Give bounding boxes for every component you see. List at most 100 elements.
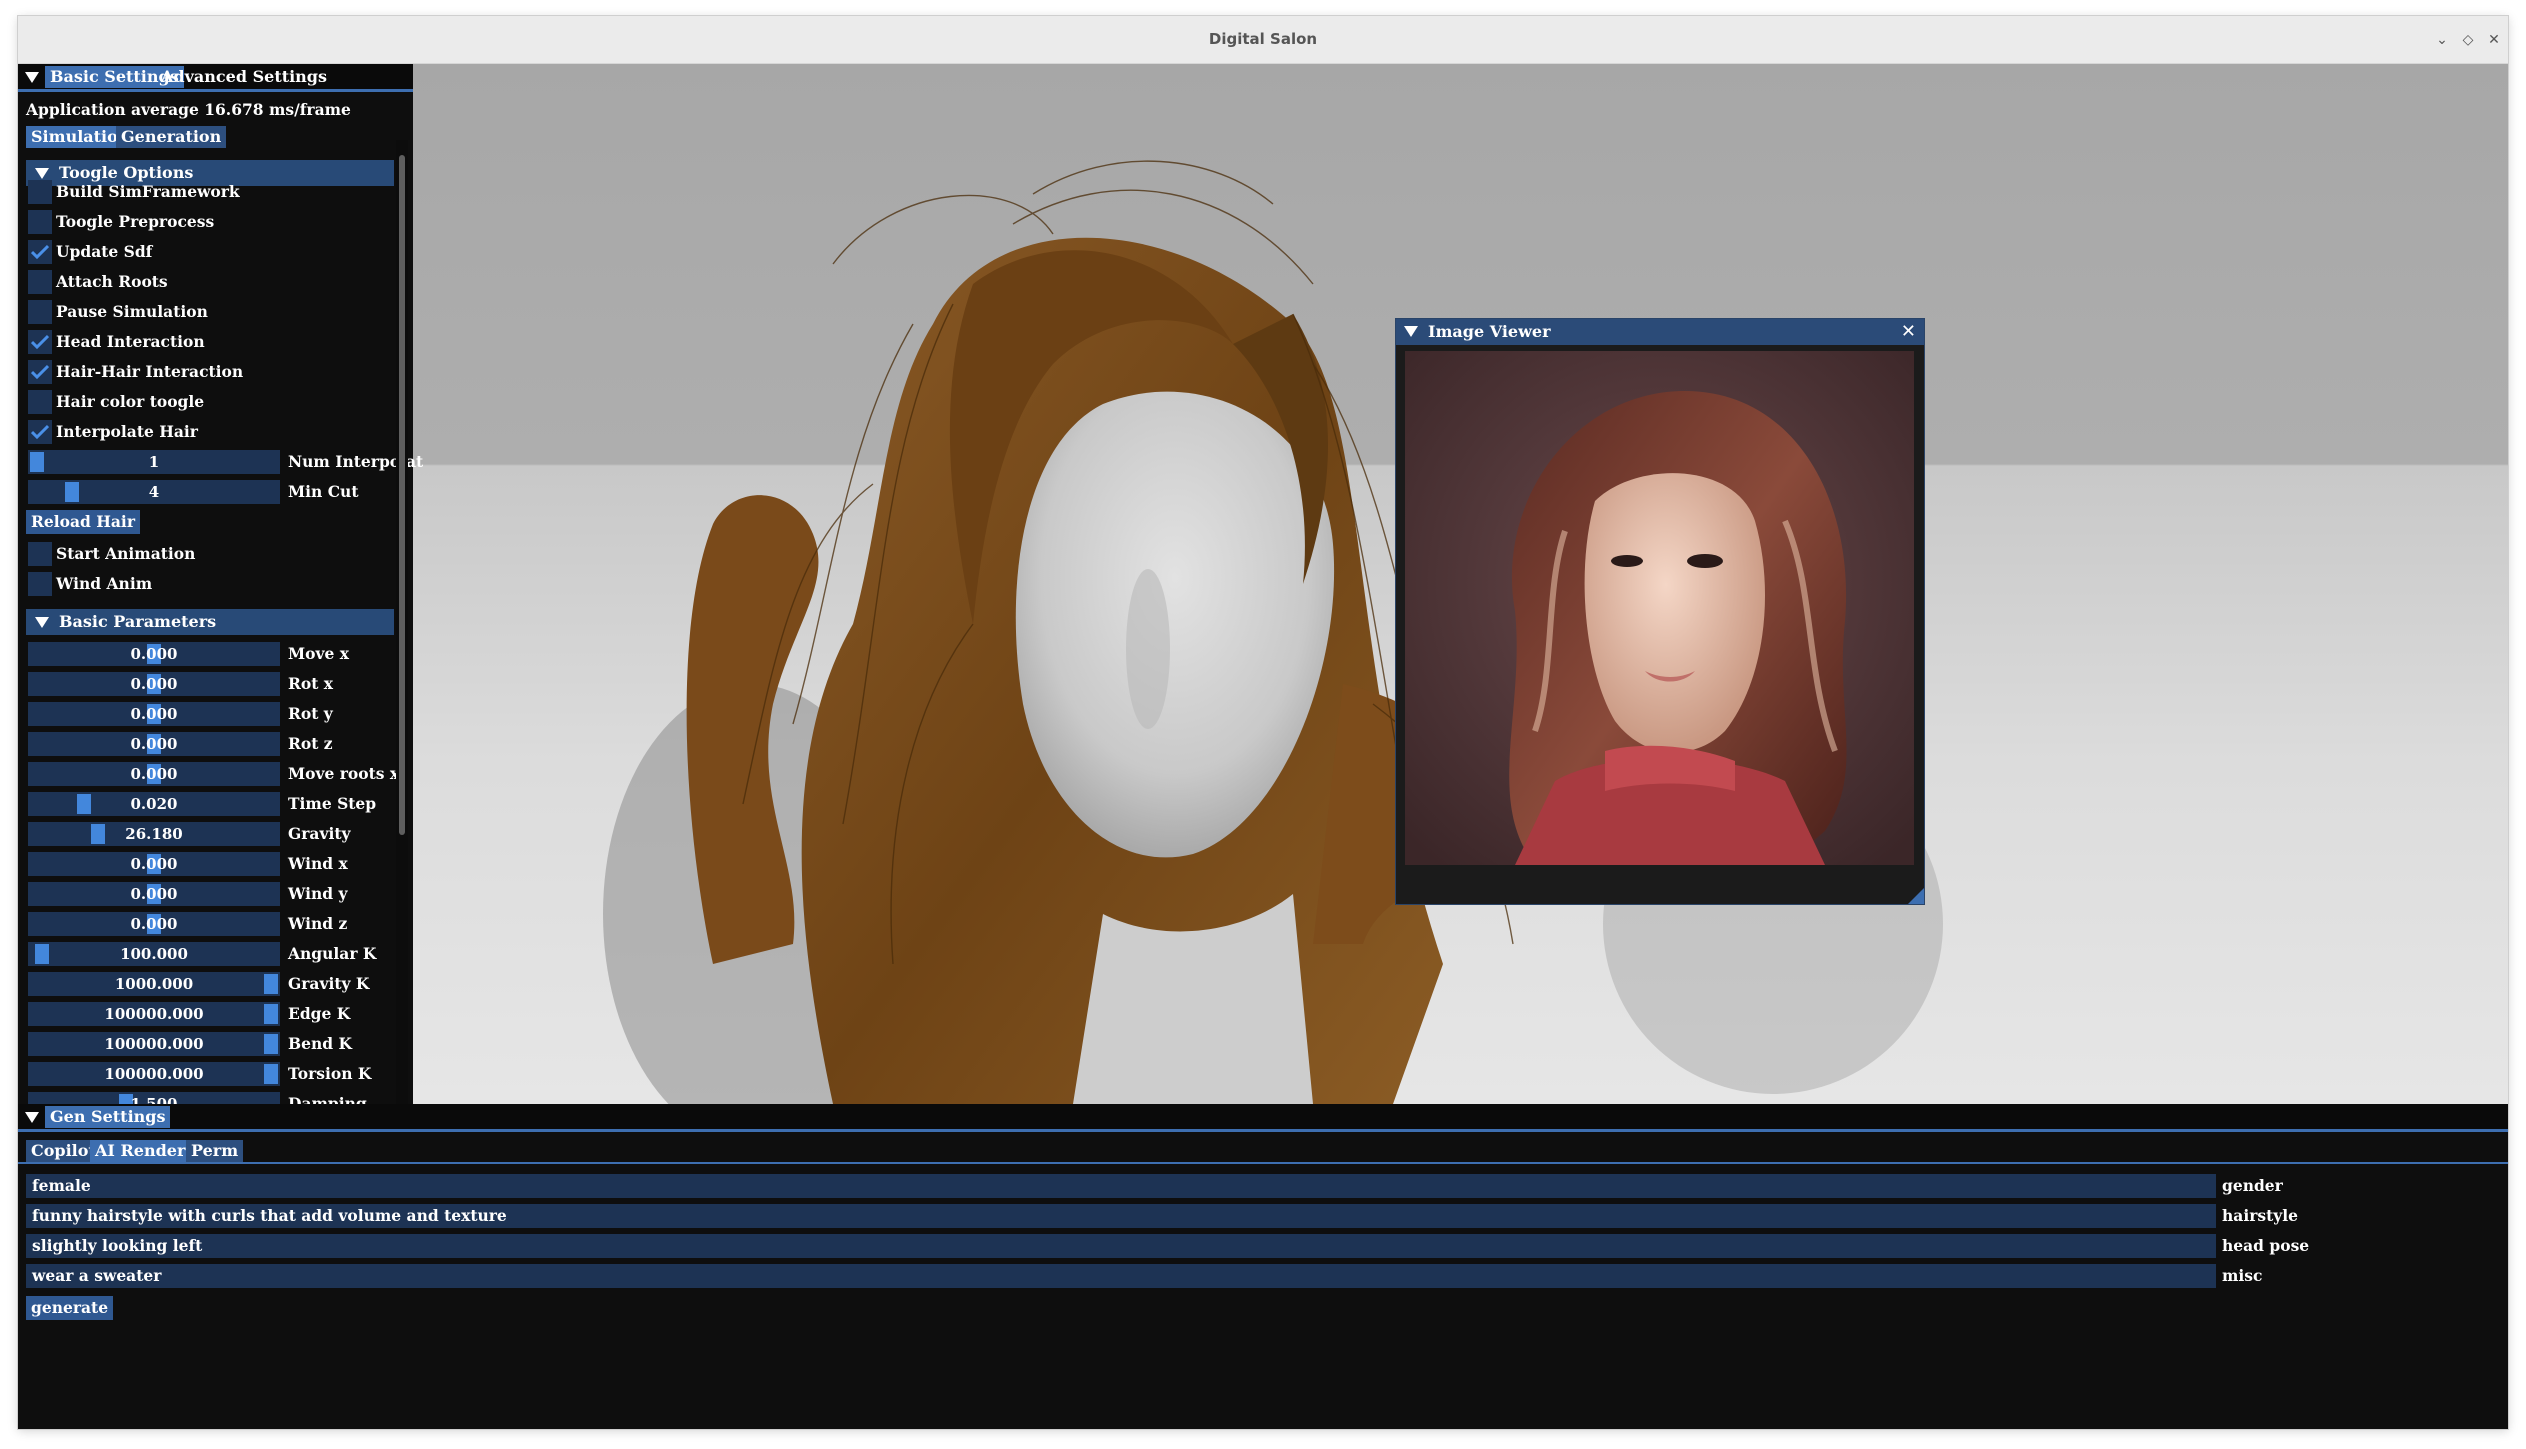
- checkbox[interactable]: [28, 240, 52, 264]
- checkbox-row[interactable]: Attach Roots: [26, 268, 396, 296]
- slider[interactable]: 0.000: [28, 912, 280, 936]
- slider[interactable]: 4: [28, 480, 280, 504]
- slider-label: Bend K: [288, 1034, 352, 1053]
- slider-row: 0.000 Wind y: [26, 880, 396, 908]
- slider-label: Gravity: [288, 824, 351, 843]
- checkbox-row[interactable]: Update Sdf: [26, 238, 396, 266]
- prompt-field-misc[interactable]: wear a sweater: [26, 1264, 2216, 1288]
- checkmark-icon: [31, 424, 49, 440]
- settings-scrollbar[interactable]: [396, 140, 408, 1150]
- checkbox[interactable]: [28, 300, 52, 324]
- collapse-icon[interactable]: [25, 72, 39, 83]
- prompt-field-value: slightly looking left: [32, 1236, 203, 1255]
- slider-label: Angular K: [288, 944, 377, 963]
- generated-portrait-image: [1405, 351, 1914, 865]
- slider[interactable]: 0.000: [28, 852, 280, 876]
- prompt-field-value: wear a sweater: [32, 1266, 162, 1285]
- slider[interactable]: 1: [28, 450, 280, 474]
- checkbox[interactable]: [28, 572, 52, 596]
- checkbox[interactable]: [28, 420, 52, 444]
- tab-generation[interactable]: Generation: [116, 126, 227, 148]
- tab-perm[interactable]: Perm: [186, 1140, 244, 1162]
- gen-settings-panel: Gen Settings Copilot AI Renderer Perm fe…: [18, 1104, 2508, 1429]
- checkbox[interactable]: [28, 390, 52, 414]
- slider-label: Torsion K: [288, 1064, 372, 1083]
- minimize-icon[interactable]: ⌄: [2430, 28, 2454, 52]
- slider[interactable]: 0.020: [28, 792, 280, 816]
- prompt-field-hairstyle[interactable]: funny hairstyle with curls that add volu…: [26, 1204, 2216, 1228]
- checkbox-label: Toogle Preprocess: [56, 212, 215, 231]
- tab-divider: [18, 89, 413, 92]
- expand-icon: [35, 617, 49, 628]
- tab-advanced-settings[interactable]: Advanced Settings: [156, 66, 332, 88]
- checkbox-label: Hair color toogle: [56, 392, 205, 411]
- slider[interactable]: 0.000: [28, 702, 280, 726]
- tab-gen-settings[interactable]: Gen Settings: [45, 1106, 171, 1128]
- slider-value: 4: [148, 483, 160, 501]
- slider-value: 1: [148, 453, 160, 471]
- checkbox-row[interactable]: Hair-Hair Interaction: [26, 358, 396, 386]
- slider-value: 0.000: [130, 645, 178, 663]
- slider-label: Edge K: [288, 1004, 351, 1023]
- close-icon[interactable]: ✕: [2482, 28, 2506, 52]
- close-icon[interactable]: ✕: [1901, 319, 1916, 345]
- basic-parameters-header[interactable]: Basic Parameters: [26, 609, 394, 635]
- scrollbar-thumb[interactable]: [399, 155, 405, 835]
- slider-value: 0.000: [130, 855, 178, 873]
- slider[interactable]: 0.000: [28, 642, 280, 666]
- checkbox-row[interactable]: Toogle Preprocess: [26, 208, 396, 236]
- slider-value: 0.000: [130, 765, 178, 783]
- image-viewer-titlebar[interactable]: Image Viewer ✕: [1396, 319, 1924, 345]
- window-title: Digital Salon: [1208, 30, 1318, 48]
- slider-row: 0.020 Time Step: [26, 790, 396, 818]
- checkbox-label: Wind Anim: [56, 574, 153, 593]
- checkmark-icon: [31, 364, 49, 380]
- image-viewer-window[interactable]: Image Viewer ✕: [1395, 318, 1925, 905]
- slider-row: 0.000 Rot z: [26, 730, 396, 758]
- slider[interactable]: 26.180: [28, 822, 280, 846]
- checkbox-row[interactable]: Pause Simulation: [26, 298, 396, 326]
- slider-value: 0.020: [130, 795, 178, 813]
- slider-row: 0.000 Rot x: [26, 670, 396, 698]
- slider-row: 100000.000 Torsion K: [26, 1060, 396, 1088]
- maximize-icon[interactable]: ◇: [2456, 28, 2480, 52]
- checkbox-row[interactable]: Build SimFramework: [26, 178, 396, 206]
- slider[interactable]: 0.000: [28, 732, 280, 756]
- slider[interactable]: 100000.000: [28, 1062, 280, 1086]
- checkbox-row[interactable]: Wind Anim: [26, 570, 396, 598]
- section-title: Basic Parameters: [59, 612, 217, 631]
- checkbox-row[interactable]: Head Interaction: [26, 328, 396, 356]
- checkbox-row[interactable]: Interpolate Hair: [26, 418, 396, 446]
- checkbox-label: Interpolate Hair: [56, 422, 198, 441]
- slider-value: 100000.000: [104, 1065, 204, 1083]
- slider[interactable]: 1000.000: [28, 972, 280, 996]
- checkbox[interactable]: [28, 542, 52, 566]
- checkbox[interactable]: [28, 360, 52, 384]
- slider[interactable]: 100.000: [28, 942, 280, 966]
- slider[interactable]: 100000.000: [28, 1032, 280, 1056]
- resize-handle[interactable]: [1908, 888, 1924, 904]
- slider[interactable]: 0.000: [28, 762, 280, 786]
- checkbox-row[interactable]: Hair color toogle: [26, 388, 396, 416]
- slider[interactable]: 0.000: [28, 672, 280, 696]
- slider[interactable]: 0.000: [28, 882, 280, 906]
- slider[interactable]: 100000.000: [28, 1002, 280, 1026]
- checkbox[interactable]: [28, 270, 52, 294]
- image-viewer-title: Image Viewer: [1428, 322, 1551, 341]
- checkbox[interactable]: [28, 180, 52, 204]
- generate-button[interactable]: generate: [26, 1296, 114, 1320]
- collapse-icon[interactable]: [1404, 326, 1418, 337]
- slider-label: Wind x: [288, 854, 348, 873]
- prompt-field-gender[interactable]: female: [26, 1174, 2216, 1198]
- slider-value: 0.000: [130, 885, 178, 903]
- collapse-icon[interactable]: [25, 1112, 39, 1123]
- checkbox[interactable]: [28, 210, 52, 234]
- slider-value: 100.000: [120, 945, 188, 963]
- checkbox-row[interactable]: Start Animation: [26, 540, 396, 568]
- slider-value: 26.180: [125, 825, 183, 843]
- slider-row: 0.000 Wind x: [26, 850, 396, 878]
- slider-row: 0.000 Move x: [26, 640, 396, 668]
- prompt-field-head-pose[interactable]: slightly looking left: [26, 1234, 2216, 1258]
- reload-hair-button[interactable]: Reload Hair: [26, 510, 140, 534]
- checkbox[interactable]: [28, 330, 52, 354]
